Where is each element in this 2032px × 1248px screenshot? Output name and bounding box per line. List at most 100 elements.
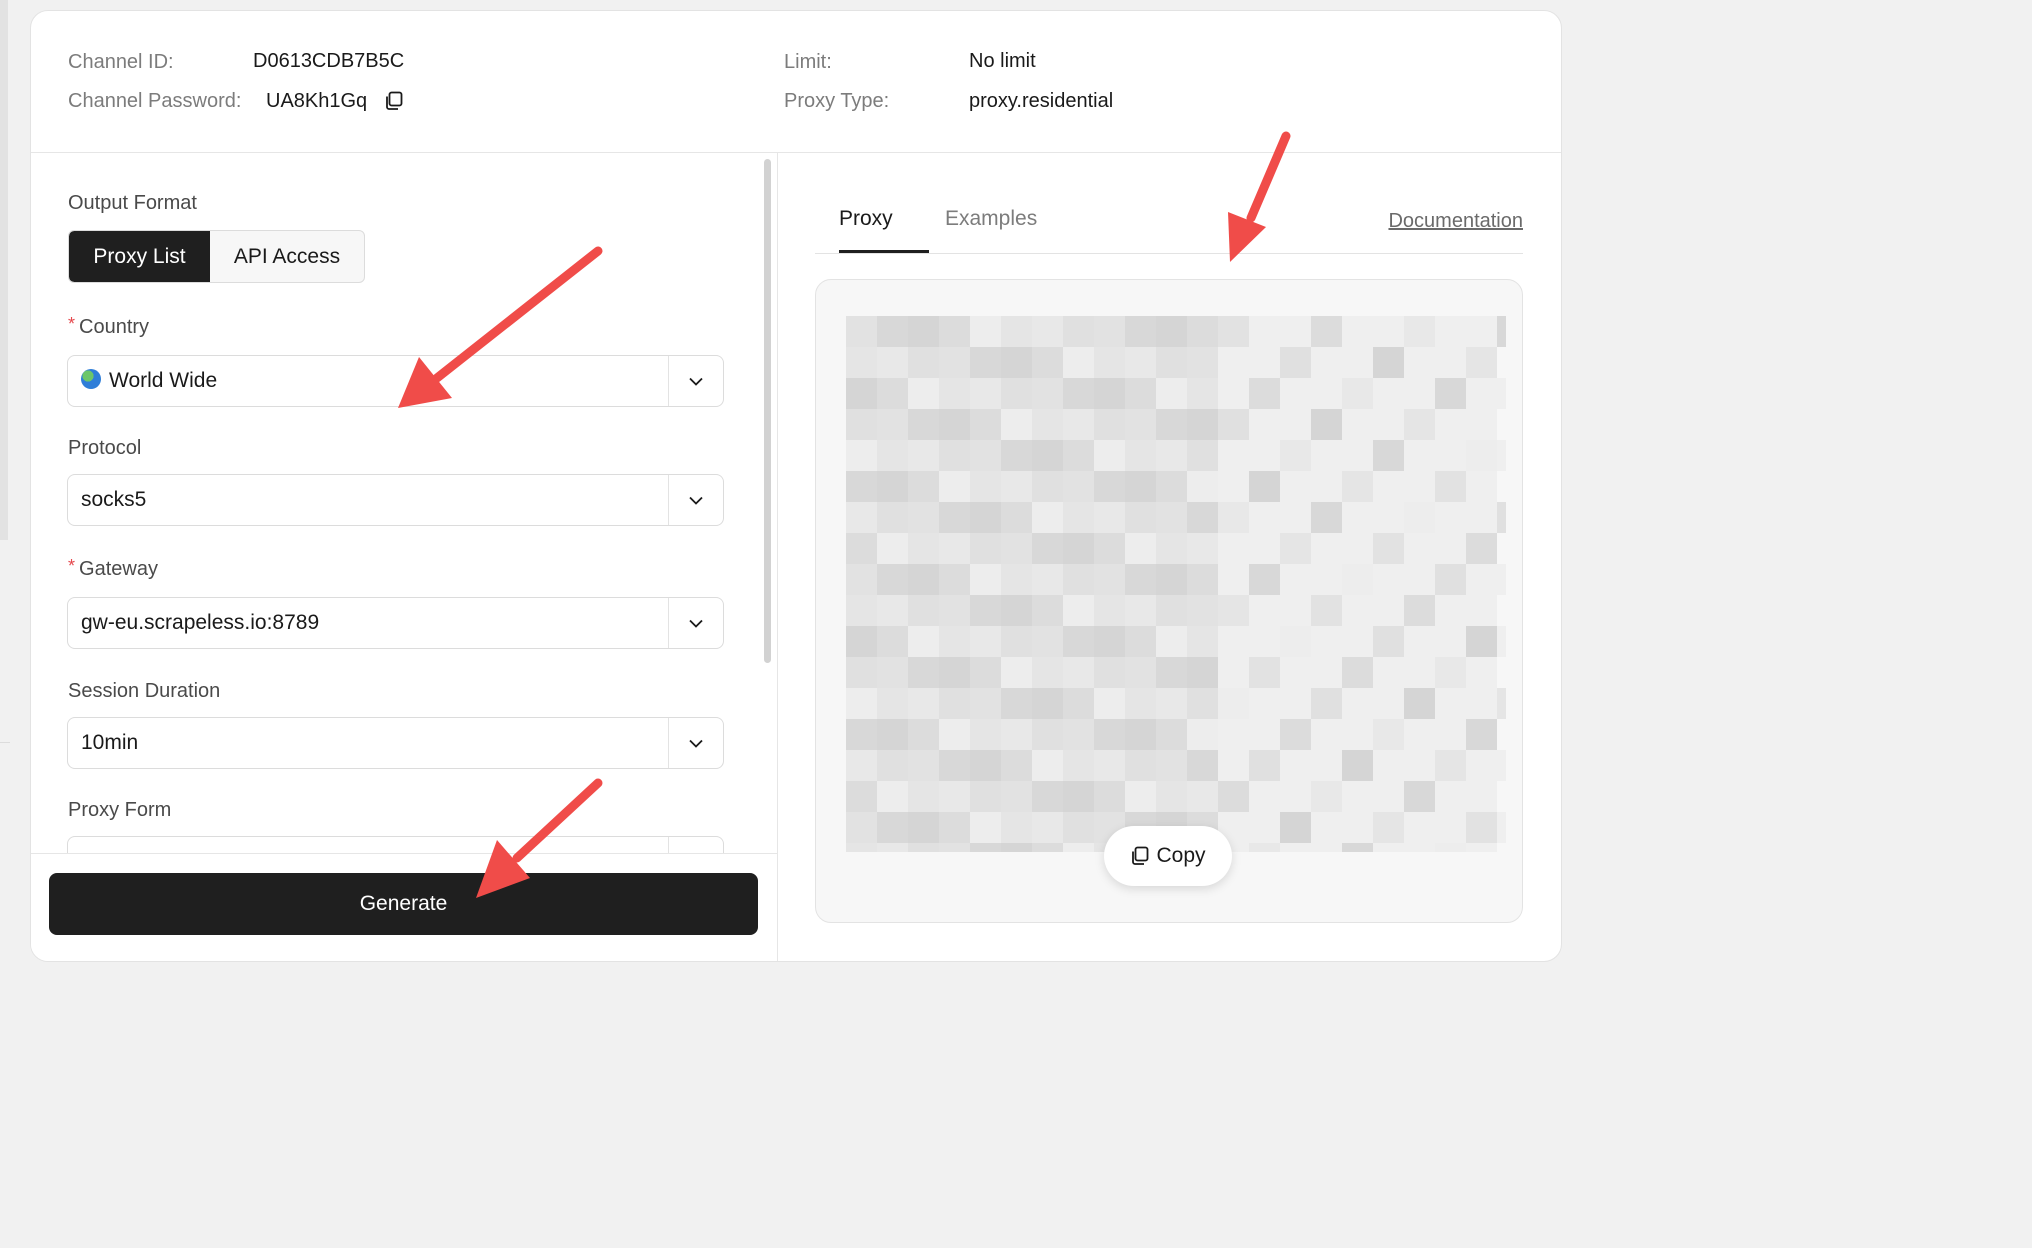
redaction-pixel [1466, 347, 1497, 378]
redaction-pixel [1435, 843, 1466, 852]
redaction-pixel [1249, 440, 1280, 471]
generate-button[interactable]: Generate [49, 873, 758, 935]
redaction-pixel [846, 471, 877, 502]
redaction-pixel [1001, 626, 1032, 657]
redaction-pixel [1187, 502, 1218, 533]
redaction-pixel [970, 595, 1001, 626]
redaction-pixel [1156, 502, 1187, 533]
documentation-link[interactable]: Documentation [1388, 210, 1523, 233]
redaction-pixel [1063, 440, 1094, 471]
redaction-pixel [908, 502, 939, 533]
redaction-pixel [1342, 719, 1373, 750]
redaction-pixel [1032, 316, 1063, 347]
redaction-pixel [1218, 316, 1249, 347]
redaction-pixel [1280, 657, 1311, 688]
redaction-pixel [1342, 843, 1373, 852]
redaction-pixel [1094, 688, 1125, 719]
active-tab-indicator [839, 250, 929, 253]
redaction-pixel [1125, 595, 1156, 626]
redaction-pixel [1466, 533, 1497, 564]
redaction-pixel [1280, 719, 1311, 750]
redaction-pixel [1342, 440, 1373, 471]
output-format-toggle: Proxy List API Access [68, 230, 365, 283]
redaction-pixel [1187, 750, 1218, 781]
channel-id-label: Channel ID: [68, 51, 174, 73]
redaction-pixel [877, 533, 908, 564]
redaction-pixel [1032, 347, 1063, 378]
redaction-pixel [877, 502, 908, 533]
redaction-pixel [1125, 688, 1156, 719]
redaction-pixel [1156, 595, 1187, 626]
redaction-pixel [939, 409, 970, 440]
redaction-pixel [1063, 812, 1094, 843]
redaction-pixel [1280, 812, 1311, 843]
copy-button[interactable]: Copy [1104, 826, 1232, 886]
proxy-settings-card: Channel ID: D0613CDB7B5C Channel Passwor… [30, 10, 1562, 962]
redaction-pixel [1342, 688, 1373, 719]
redaction-pixel [908, 626, 939, 657]
redaction-pixel [908, 378, 939, 409]
tab-examples[interactable]: Examples [945, 207, 1037, 231]
redaction-pixel [846, 502, 877, 533]
redaction-pixel [1187, 626, 1218, 657]
config-form: Output Format Proxy List API Access * Cou… [31, 153, 777, 961]
redaction-pixel [1032, 781, 1063, 812]
redaction-pixel [877, 347, 908, 378]
tab-proxy[interactable]: Proxy [839, 207, 893, 231]
redaction-pixel [1001, 719, 1032, 750]
proxy-list-option[interactable]: Proxy List [69, 231, 210, 282]
proxy-type-value: proxy.residential [969, 90, 1114, 112]
country-select[interactable]: World Wide [67, 355, 724, 407]
redaction-pixel [1032, 409, 1063, 440]
redaction-pixel [1497, 750, 1506, 781]
redaction-pixel [908, 564, 939, 595]
form-scrollbar[interactable] [764, 159, 771, 663]
output-format-label: Output Format [68, 192, 197, 214]
redaction-pixel [1218, 781, 1249, 812]
redaction-pixel [1156, 564, 1187, 595]
redaction-pixel [846, 657, 877, 688]
redaction-pixel [1218, 750, 1249, 781]
redaction-pixel [1280, 471, 1311, 502]
redaction-pixel [1342, 564, 1373, 595]
redaction-pixel [1125, 719, 1156, 750]
proxy-form-label: Proxy Form [68, 799, 172, 821]
api-access-option[interactable]: API Access [210, 231, 364, 282]
redaction-pixel [1094, 657, 1125, 688]
redaction-pixel [1404, 843, 1435, 852]
redaction-pixel [1311, 564, 1342, 595]
redaction-pixel [1280, 533, 1311, 564]
redaction-pixel [1032, 378, 1063, 409]
redaction-pixel [1280, 409, 1311, 440]
redaction-pixel [1094, 378, 1125, 409]
redaction-pixel [1156, 626, 1187, 657]
redaction-pixel [1373, 595, 1404, 626]
redaction-pixel [1311, 843, 1342, 852]
redaction-pixel [1435, 750, 1466, 781]
redaction-pixel [1497, 378, 1506, 409]
redaction-pixel [908, 657, 939, 688]
redaction-pixel [1218, 502, 1249, 533]
redaction-pixel [1218, 719, 1249, 750]
copy-password-icon[interactable] [384, 91, 404, 111]
redaction-pixel [970, 409, 1001, 440]
redaction-pixel [846, 347, 877, 378]
redaction-pixel [1311, 595, 1342, 626]
redaction-pixel [1466, 471, 1497, 502]
redaction-pixel [1187, 347, 1218, 378]
redaction-pixel [1156, 533, 1187, 564]
redaction-pixel [846, 626, 877, 657]
redaction-pixel [970, 812, 1001, 843]
redaction-pixel [939, 750, 970, 781]
redaction-pixel [1094, 750, 1125, 781]
redaction-pixel [1001, 750, 1032, 781]
redaction-pixel [1373, 564, 1404, 595]
redaction-pixel [970, 626, 1001, 657]
redaction-pixel [1156, 347, 1187, 378]
gateway-select[interactable]: gw-eu.scrapeless.io:8789 [67, 597, 724, 649]
session-duration-select[interactable]: 10min [67, 717, 724, 769]
redaction-pixel [846, 719, 877, 750]
protocol-select[interactable]: socks5 [67, 474, 724, 526]
redaction-pixel [1404, 812, 1435, 843]
redaction-pixel [908, 347, 939, 378]
